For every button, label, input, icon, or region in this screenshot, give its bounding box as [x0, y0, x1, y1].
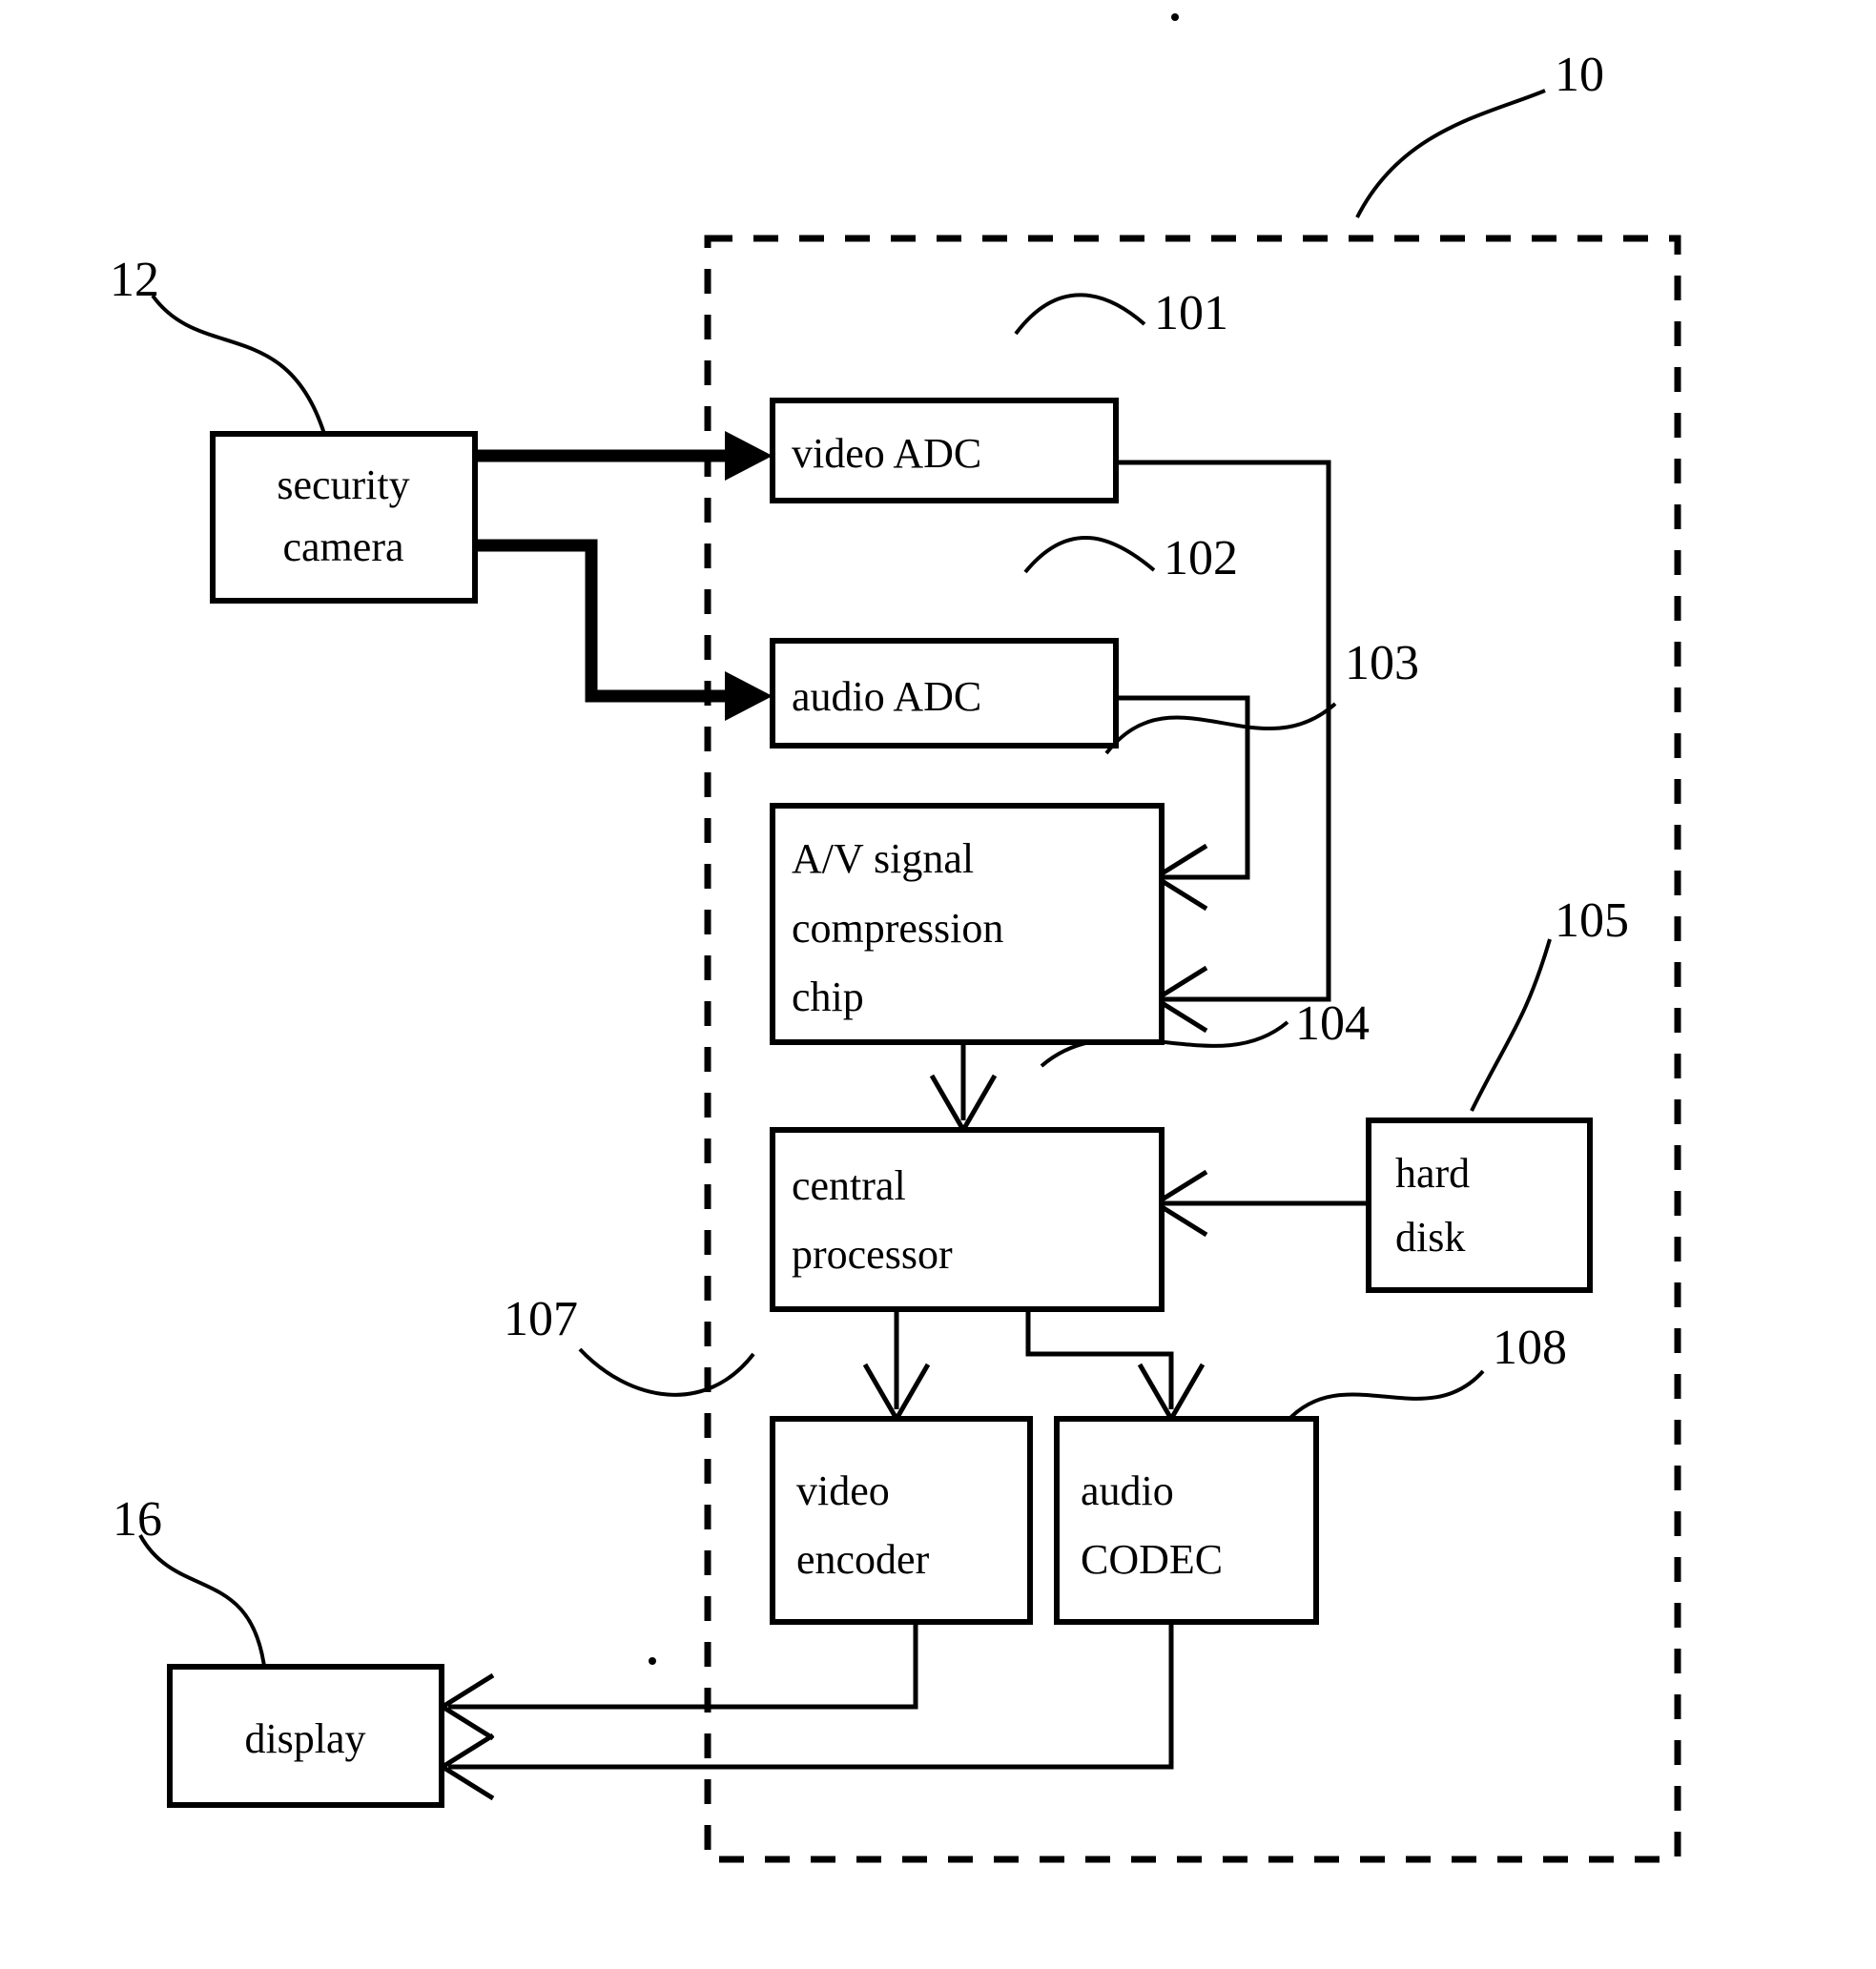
leader-line-audio-codec — [1286, 1369, 1485, 1423]
arrowhead-video-adc-input — [725, 431, 773, 481]
leader-line-system — [1355, 89, 1546, 218]
leader-line-audio-path — [1104, 702, 1337, 755]
leader-line-hard-disk — [1470, 938, 1552, 1112]
ref-numeral-video-encoder: 107 — [504, 1292, 578, 1346]
label-compression-chip-line3: chip — [792, 974, 864, 1020]
label-compression-chip-line1: A/V signal — [792, 835, 974, 882]
ref-numeral-video-path: 104 — [1295, 996, 1370, 1051]
box-security-camera[interactable] — [210, 431, 478, 604]
leader-line-display — [138, 1534, 267, 1674]
box-central-processor[interactable] — [770, 1127, 1165, 1312]
leader-line-video-adc — [1014, 293, 1146, 336]
signal-processor-to-audio-codec — [1025, 1307, 1174, 1409]
label-security-camera-line1: security — [277, 461, 409, 508]
box-video-encoder[interactable] — [770, 1416, 1033, 1625]
label-audio-adc: audio ADC — [792, 673, 981, 720]
ref-numeral-camera: 12 — [110, 253, 159, 307]
leader-line-video-encoder — [578, 1347, 755, 1397]
ref-numeral-audio-path: 103 — [1345, 636, 1419, 690]
arrowhead-audio-adc-input — [725, 671, 773, 721]
signal-audio-codec-to-display — [448, 1621, 1174, 1770]
signal-video-encoder-to-display — [448, 1621, 918, 1710]
label-video-adc: video ADC — [792, 430, 981, 477]
scan-speck — [649, 1657, 656, 1665]
label-security-camera-line2: camera — [283, 523, 404, 570]
label-compression-chip-line2: compression — [792, 905, 1003, 952]
diagram-canvas: security camera video ADC audio ADC A/V … — [110, 13, 1681, 1863]
label-central-processor-line2: processor — [792, 1231, 953, 1278]
patent-figure: security camera video ADC audio ADC A/V … — [0, 0, 1876, 1969]
ref-numeral-hard-disk: 105 — [1555, 893, 1629, 948]
ref-numeral-video-adc: 101 — [1154, 286, 1228, 340]
scan-speck — [1171, 13, 1179, 21]
ref-numeral-system: 10 — [1555, 48, 1604, 102]
ref-numeral-audio-adc: 102 — [1164, 531, 1238, 585]
ref-numeral-audio-codec: 108 — [1493, 1321, 1567, 1375]
leader-line-camera — [151, 294, 326, 435]
label-hard-disk-line1: hard — [1395, 1150, 1470, 1197]
leader-line-audio-adc — [1023, 536, 1156, 574]
label-video-encoder-line2: encoder — [796, 1536, 930, 1583]
signal-camera-to-audio-adc — [477, 539, 725, 703]
label-audio-codec-line2: CODEC — [1081, 1536, 1223, 1583]
label-central-processor-line1: central — [792, 1162, 906, 1209]
label-video-encoder-line1: video — [796, 1467, 890, 1514]
box-audio-codec[interactable] — [1054, 1416, 1319, 1625]
ref-numeral-display: 16 — [113, 1492, 162, 1547]
label-display: display — [244, 1715, 365, 1762]
box-hard-disk[interactable] — [1366, 1118, 1593, 1293]
label-audio-codec-line1: audio — [1081, 1467, 1174, 1514]
label-hard-disk-line2: disk — [1395, 1214, 1465, 1261]
